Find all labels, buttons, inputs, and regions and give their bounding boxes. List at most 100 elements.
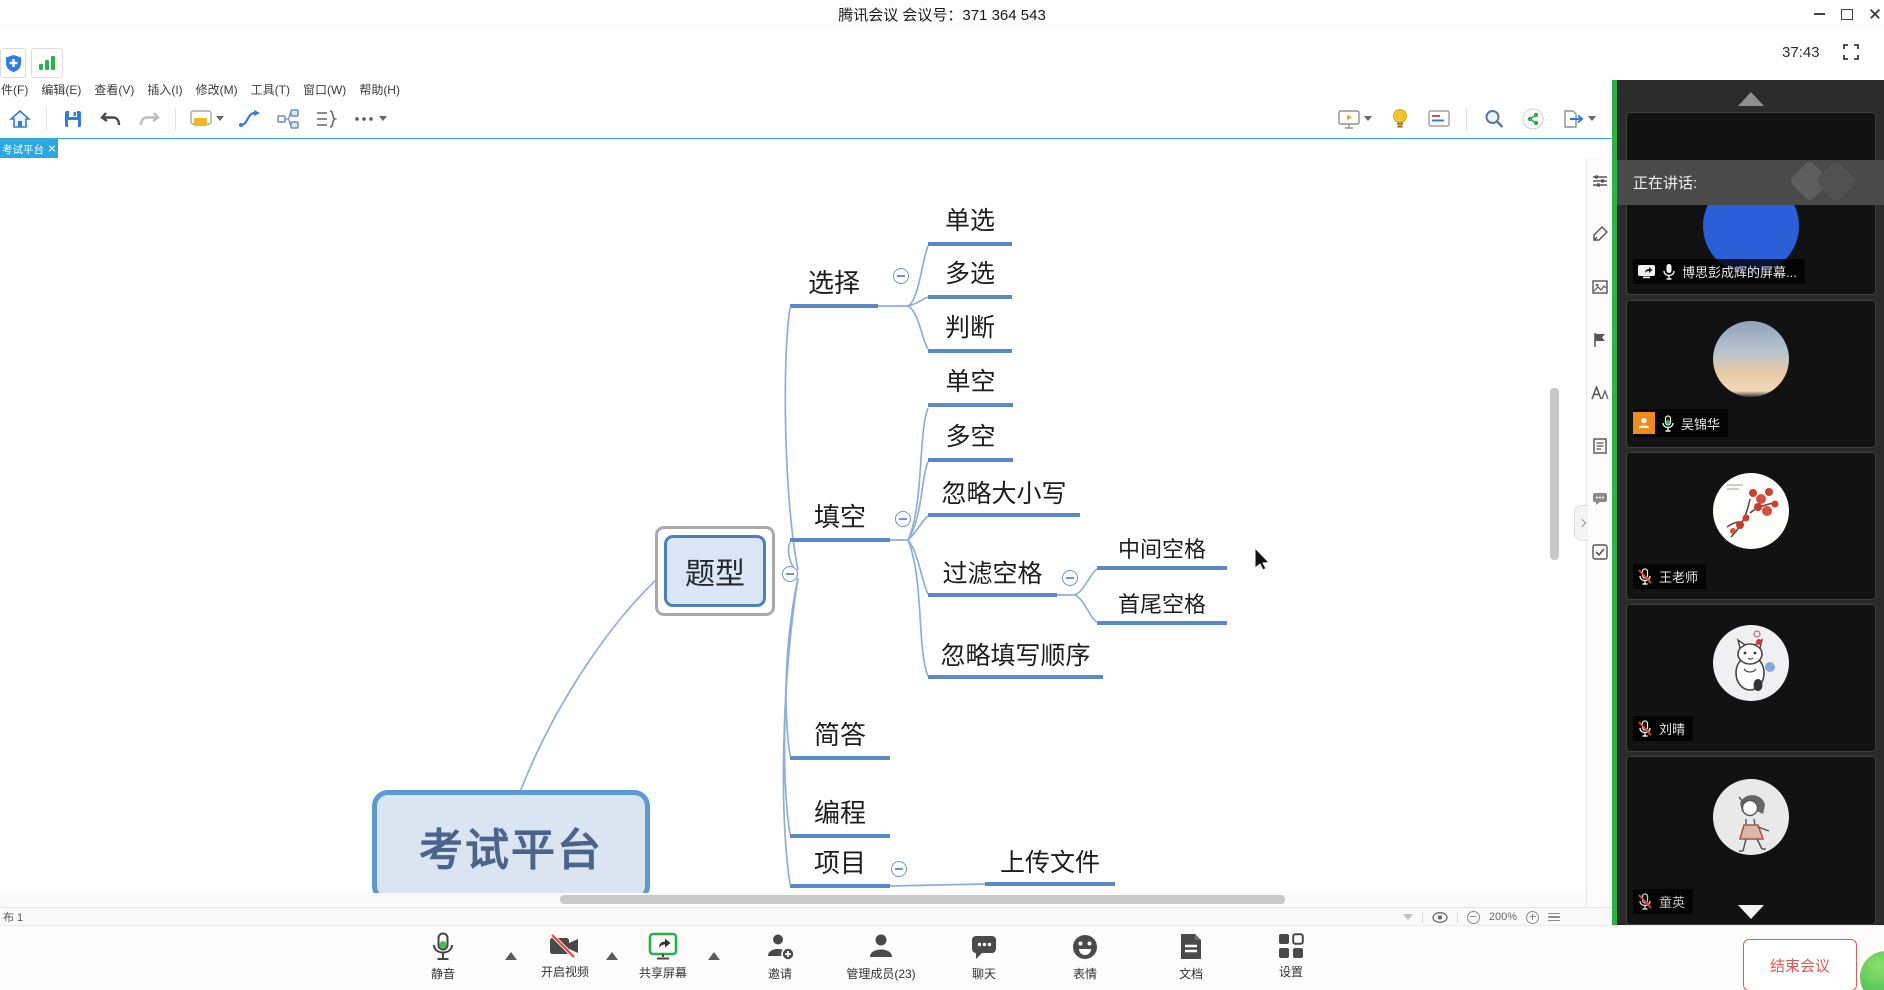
topic-upload-file[interactable]: 上传文件: [985, 850, 1115, 876]
fullscreen-button[interactable]: [1841, 42, 1861, 67]
topic-single-choice[interactable]: 单选: [928, 208, 1012, 234]
emoji-button[interactable]: 表情: [1025, 932, 1145, 982]
collapse-icon-filter-space[interactable]: [1062, 570, 1078, 586]
format-brush-icon[interactable]: [1591, 225, 1609, 243]
menu-help[interactable]: 帮助(H): [357, 81, 411, 98]
invite-icon: [765, 932, 795, 962]
menu-tools[interactable]: 工具(T): [249, 81, 301, 98]
topic-multi-blank[interactable]: 多空: [928, 424, 1013, 450]
theme-icon: [190, 110, 212, 128]
maximize-button[interactable]: [1832, 0, 1862, 28]
topic-judgement[interactable]: 判断: [928, 315, 1012, 341]
floating-green-ball[interactable]: [1858, 949, 1884, 990]
menu-window[interactable]: 窗口(W): [301, 81, 357, 98]
more-tools-button[interactable]: [352, 107, 388, 131]
topic-filter-space[interactable]: 过滤空格: [928, 561, 1057, 587]
participant-tile[interactable]: 王老师: [1626, 452, 1876, 600]
panel-collapse-handle[interactable]: [1574, 505, 1588, 541]
scroll-down-icon[interactable]: [1738, 905, 1764, 919]
share-screen-button[interactable]: 共享屏幕: [603, 932, 723, 981]
share-options-caret[interactable]: [708, 952, 720, 960]
close-button[interactable]: [1860, 0, 1884, 28]
topic-multi-choice[interactable]: 多选: [928, 261, 1012, 287]
topic-edge-space[interactable]: 首尾空格: [1097, 593, 1227, 616]
save-button[interactable]: [61, 107, 85, 131]
members-button[interactable]: 管理成员(23): [821, 932, 941, 982]
redo-button[interactable]: [137, 107, 161, 131]
horizontal-scrollbar-thumb[interactable]: [560, 895, 1285, 904]
sheet-tab[interactable]: 考试平台: [0, 139, 58, 159]
horizontal-scrollbar: [0, 893, 1586, 907]
notes-icon[interactable]: [1591, 437, 1609, 455]
presentation-button[interactable]: [1337, 107, 1373, 131]
undo-button[interactable]: [99, 107, 123, 131]
vertical-scrollbar-thumb[interactable]: [1550, 388, 1559, 560]
mic-on-icon: [1662, 263, 1676, 280]
topic-middle-space[interactable]: 中间空格: [1097, 538, 1227, 561]
zoom-level[interactable]: 200%: [1489, 911, 1517, 923]
topic-fill-blank[interactable]: 填空: [790, 504, 890, 531]
export-button[interactable]: [1560, 107, 1598, 131]
cat-avatar: [1713, 625, 1789, 701]
home-button[interactable]: [8, 107, 32, 131]
menu-view[interactable]: 查看(V): [92, 81, 145, 98]
minimize-button[interactable]: [1804, 0, 1834, 28]
participant-tile[interactable]: 吴锦华: [1626, 300, 1876, 448]
participant-name-chip: 吴锦华: [1633, 409, 1728, 437]
collapse-icon-project[interactable]: [891, 861, 907, 877]
menu-file[interactable]: 件(F): [0, 81, 39, 98]
zoom-presets-icon[interactable]: [1548, 913, 1560, 922]
speaking-label: 正在讲话:: [1617, 172, 1697, 193]
relationship-button[interactable]: [238, 107, 262, 131]
status-dropdown-icon[interactable]: [1403, 914, 1413, 920]
topic-programming[interactable]: 编程: [790, 800, 890, 827]
sheet-name-label[interactable]: 布 1: [0, 909, 23, 925]
mic-muted-icon: [1637, 893, 1653, 910]
zoom-in-button[interactable]: [1526, 911, 1539, 924]
topic-project[interactable]: 项目: [790, 850, 890, 877]
mindmap-canvas[interactable]: 考试平台 题型 选择 单选 多选 判断 填空 单空 多空 忽略大小写 过滤空格 …: [0, 158, 1586, 893]
mindmap-center-topic[interactable]: 题型: [664, 535, 766, 607]
zoom-out-button[interactable]: [1467, 911, 1480, 924]
tencent-meeting-window: 腾讯会议 会议号：371 364 543 37:43 件(F): [0, 0, 1884, 990]
mic-muted-icon: [1637, 720, 1653, 737]
participant-tile[interactable]: 童英: [1626, 756, 1876, 925]
eye-icon[interactable]: [1432, 912, 1448, 923]
menu-edit[interactable]: 编辑(E): [39, 81, 92, 98]
idea-button[interactable]: [1388, 107, 1412, 131]
topic-single-blank[interactable]: 单空: [928, 369, 1013, 395]
docs-icon: [1178, 932, 1204, 962]
share-map-button[interactable]: [1521, 107, 1545, 131]
network-signal-overlay-button[interactable]: [31, 48, 63, 78]
menu-insert[interactable]: 插入(I): [145, 81, 193, 98]
topic-ignore-order[interactable]: 忽略填写顺序: [928, 643, 1103, 669]
mic-speaking-icon: [1661, 415, 1675, 432]
collapse-icon-choice[interactable]: [893, 268, 909, 284]
mute-button[interactable]: 静音: [383, 932, 503, 982]
structure-button[interactable]: [276, 107, 300, 131]
comment-icon[interactable]: [1591, 490, 1609, 508]
end-meeting-button[interactable]: 结束会议: [1743, 939, 1857, 990]
settings-button[interactable]: 设置: [1231, 932, 1351, 980]
theme-style-button[interactable]: [190, 107, 224, 131]
participant-name: 王老师: [1659, 567, 1698, 586]
outline-button[interactable]: [314, 107, 338, 131]
search-button[interactable]: [1482, 107, 1506, 131]
menu-modify[interactable]: 修改(M): [194, 81, 249, 98]
topic-short-answer[interactable]: 简答: [790, 722, 890, 749]
flag-icon[interactable]: [1591, 331, 1609, 349]
topic-ignore-case[interactable]: 忽略大小写: [928, 481, 1080, 507]
mindmap-root-topic[interactable]: 考试平台: [372, 790, 650, 893]
collapse-icon-center[interactable]: [782, 566, 798, 582]
topic-choice[interactable]: 选择: [790, 270, 878, 297]
scroll-up-icon[interactable]: [1738, 92, 1764, 106]
protection-overlay-button[interactable]: [0, 48, 26, 78]
notes-panel-button[interactable]: [1427, 107, 1451, 131]
style-sliders-icon[interactable]: [1591, 172, 1609, 190]
image-icon[interactable]: [1591, 278, 1609, 296]
tab-close-icon[interactable]: [48, 145, 56, 153]
text-style-icon[interactable]: [1591, 384, 1609, 402]
task-check-icon[interactable]: [1591, 543, 1609, 561]
collapse-icon-fill-blank[interactable]: [895, 511, 911, 527]
participant-tile[interactable]: 刘晴: [1626, 604, 1876, 752]
